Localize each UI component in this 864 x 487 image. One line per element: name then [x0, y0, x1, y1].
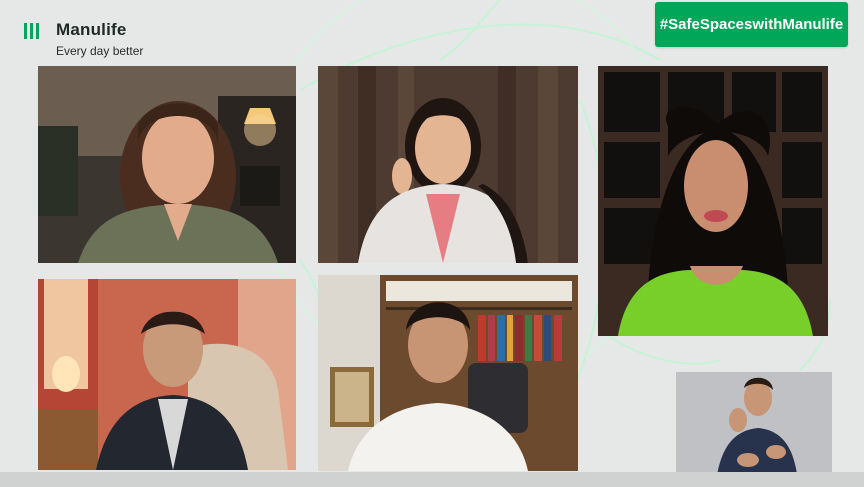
person-video-icon [38, 66, 296, 263]
sign-language-icon [676, 372, 832, 482]
person-video-icon [318, 66, 578, 263]
video-tile-host[interactable] [38, 66, 296, 263]
person-video-icon [598, 66, 828, 336]
video-tile-guest-2[interactable] [318, 66, 578, 263]
video-tile-interpreter[interactable] [676, 372, 832, 482]
person-video-icon [38, 279, 296, 470]
bottom-strip [0, 472, 864, 487]
video-conference-stage: Manulife Every day better #SafeSpaceswit… [0, 0, 864, 487]
video-tile-guest-5[interactable] [318, 275, 578, 471]
brand-name: Manulife [56, 20, 127, 39]
hashtag-text: #SafeSpaceswithManulife [659, 16, 844, 33]
brand-tagline: Every day better [56, 44, 144, 58]
hashtag-banner: #SafeSpaceswithManulife [655, 2, 848, 47]
video-tile-guest-3[interactable] [598, 66, 828, 336]
manulife-bars-icon [24, 23, 39, 39]
video-tile-guest-4[interactable] [38, 279, 296, 470]
person-video-icon [318, 275, 578, 471]
